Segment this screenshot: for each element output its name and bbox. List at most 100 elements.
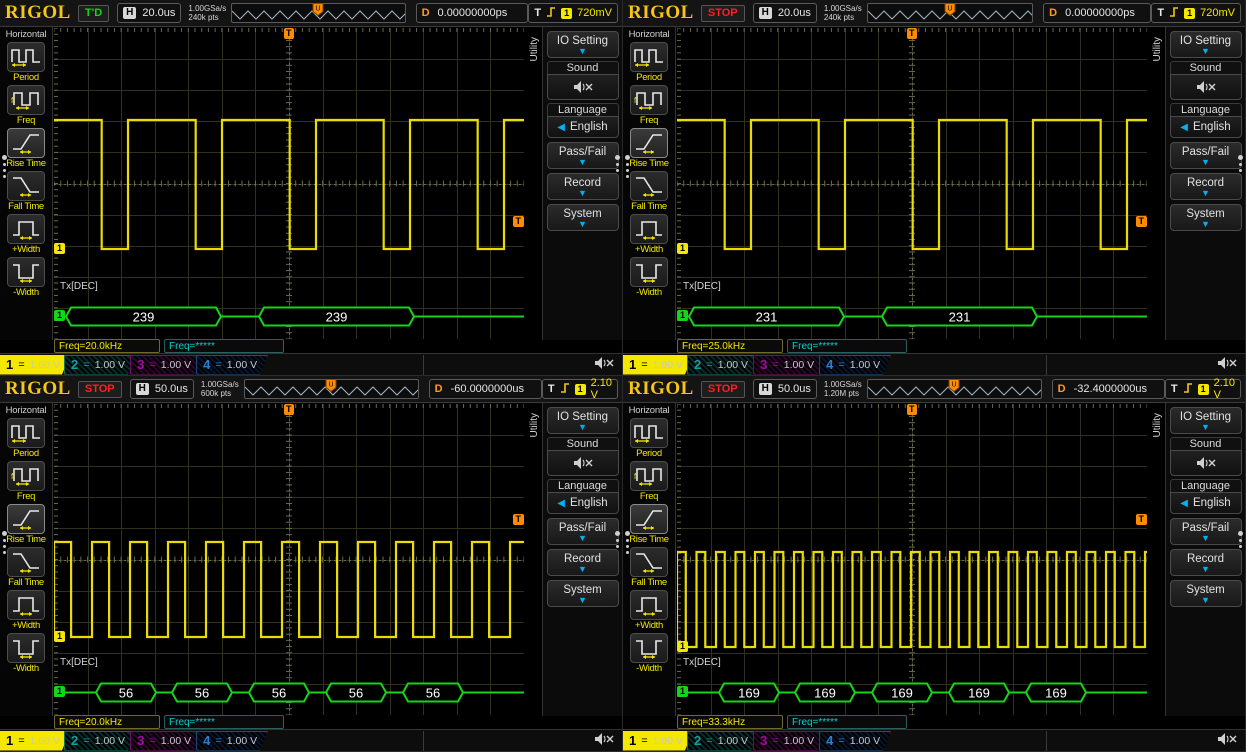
pos-width-icon[interactable]	[7, 214, 45, 244]
mute-icon[interactable]	[546, 450, 619, 476]
mute-icon[interactable]	[1169, 74, 1242, 100]
channel-tag-4[interactable]: 4 = 1.00 V	[196, 731, 268, 751]
utility-button-system[interactable]: System ▼	[546, 204, 619, 231]
pos-width-icon[interactable]	[630, 590, 668, 620]
utility-group-sound[interactable]: Sound	[1169, 437, 1242, 476]
channel-1-ground-marker[interactable]: 1	[54, 631, 66, 642]
rise-time-icon[interactable]	[7, 128, 45, 158]
period-icon[interactable]	[7, 418, 45, 448]
utility-group-sound[interactable]: Sound	[1169, 61, 1242, 100]
measure-item-width[interactable]: -Width	[2, 257, 51, 298]
horizontal-timebase[interactable]: H 50.0us	[129, 379, 194, 399]
measurement-readout-2[interactable]: Freq=*****	[787, 339, 907, 353]
measure-item-width[interactable]: -Width	[625, 633, 674, 674]
channel-tag-3[interactable]: 3 = 1.00 V	[130, 731, 202, 751]
trigger-readout[interactable]: T 1 720mV	[1151, 3, 1241, 23]
pos-width-icon[interactable]	[630, 214, 668, 244]
period-icon[interactable]	[630, 42, 668, 72]
measurement-readout-2[interactable]: Freq=*****	[164, 339, 284, 353]
channel-tag-2[interactable]: 2 = 1.00 V	[687, 355, 759, 375]
period-icon[interactable]	[630, 418, 668, 448]
measure-item-width[interactable]: +Width	[2, 214, 51, 255]
waveform-display[interactable]: 1 T T Tx[DEC] 56 56 56 56 56 1	[54, 404, 524, 715]
mute-icon[interactable]	[546, 74, 619, 100]
run-state-badge[interactable]: STOP	[700, 4, 745, 22]
utility-button-pass-fail[interactable]: Pass/Fail ▼	[546, 142, 619, 169]
measure-item-falltime[interactable]: Fall Time	[625, 171, 674, 212]
freq-icon[interactable]: f	[7, 85, 45, 115]
measure-item-width[interactable]: -Width	[625, 257, 674, 298]
utility-group-language[interactable]: Language ◀ English	[1169, 103, 1242, 138]
run-state-badge[interactable]: T'D	[77, 4, 110, 22]
language-select[interactable]: ◀ English	[1169, 492, 1242, 514]
measure-item-falltime[interactable]: Fall Time	[2, 171, 51, 212]
utility-button-record[interactable]: Record ▼	[546, 173, 619, 200]
fall-time-icon[interactable]	[630, 547, 668, 577]
fall-time-icon[interactable]	[7, 171, 45, 201]
channel-tag-1[interactable]: 1 = 1.00 V	[0, 355, 70, 375]
neg-width-icon[interactable]	[630, 257, 668, 287]
horizontal-timebase[interactable]: H 20.0us	[752, 3, 817, 23]
waveform-display[interactable]: 1 T T Tx[DEC] 239 239 1	[54, 28, 524, 339]
measurement-readout-1[interactable]: Freq=20.0kHz	[54, 715, 160, 729]
trigger-readout[interactable]: T 1 2.10 V	[1164, 377, 1241, 401]
measure-item-period[interactable]: Period	[2, 418, 51, 459]
mute-icon[interactable]	[593, 355, 615, 374]
utility-button-io-setting[interactable]: IO Setting ▼	[546, 31, 619, 58]
freq-icon[interactable]: f	[630, 461, 668, 491]
utility-button-system[interactable]: System ▼	[1169, 580, 1242, 607]
channel-tag-1[interactable]: 1 = 1.00 V	[623, 355, 693, 375]
measure-item-width[interactable]: +Width	[2, 590, 51, 631]
decode-bus[interactable]: 231 231	[677, 293, 1147, 339]
mute-icon[interactable]	[593, 731, 615, 750]
measure-item-width[interactable]: +Width	[625, 214, 674, 255]
trigger-level-marker[interactable]: T	[512, 216, 524, 227]
decode-bus[interactable]: 56 56 56 56 56	[54, 669, 524, 715]
horizontal-timebase[interactable]: H 50.0us	[752, 379, 817, 399]
utility-group-language[interactable]: Language ◀ English	[1169, 479, 1242, 514]
channel-tag-2[interactable]: 2 = 1.00 V	[64, 355, 136, 375]
neg-width-icon[interactable]	[630, 633, 668, 663]
utility-button-pass-fail[interactable]: Pass/Fail ▼	[1169, 518, 1242, 545]
channel-tag-2[interactable]: 2 = 1.00 V	[64, 731, 136, 751]
utility-group-language[interactable]: Language ◀ English	[546, 479, 619, 514]
channel-tag-1[interactable]: 1 = 1.00 V	[623, 731, 693, 751]
measure-item-freq[interactable]: f Freq	[2, 461, 51, 502]
pos-width-icon[interactable]	[7, 590, 45, 620]
freq-icon[interactable]: f	[7, 461, 45, 491]
delay-readout[interactable]: D 0.00000000ps	[415, 3, 529, 23]
language-select[interactable]: ◀ English	[1169, 116, 1242, 138]
utility-group-sound[interactable]: Sound	[546, 437, 619, 476]
channel-1-ground-marker[interactable]: 1	[677, 641, 689, 652]
utility-button-system[interactable]: System ▼	[1169, 204, 1242, 231]
neg-width-icon[interactable]	[7, 257, 45, 287]
trigger-level-marker[interactable]: T	[1135, 514, 1147, 525]
measure-item-falltime[interactable]: Fall Time	[625, 547, 674, 588]
trigger-level-marker[interactable]: T	[1135, 216, 1147, 227]
memory-overview-bar[interactable]: U	[866, 379, 1042, 399]
mute-icon[interactable]	[1216, 355, 1238, 374]
utility-button-io-setting[interactable]: IO Setting ▼	[546, 407, 619, 434]
memory-overview-bar[interactable]: U	[231, 3, 406, 23]
utility-button-record[interactable]: Record ▼	[1169, 173, 1242, 200]
measurement-readout-2[interactable]: Freq=*****	[164, 715, 284, 729]
measure-item-period[interactable]: Period	[625, 418, 674, 459]
measure-item-risetime[interactable]: Rise Time	[2, 504, 51, 545]
measure-item-falltime[interactable]: Fall Time	[2, 547, 51, 588]
channel-tag-2[interactable]: 2 = 1.00 V	[687, 731, 759, 751]
decode-bus[interactable]: 169 169 169 169 169	[677, 669, 1147, 715]
neg-width-icon[interactable]	[7, 633, 45, 663]
delay-readout[interactable]: D -60.0000000us	[428, 379, 542, 399]
channel-1-ground-marker[interactable]: 1	[677, 243, 689, 254]
utility-button-record[interactable]: Record ▼	[546, 549, 619, 576]
measure-item-period[interactable]: Period	[2, 42, 51, 83]
rise-time-icon[interactable]	[630, 504, 668, 534]
utility-button-pass-fail[interactable]: Pass/Fail ▼	[546, 518, 619, 545]
waveform-display[interactable]: 1 T T Tx[DEC] 231 231 1	[677, 28, 1147, 339]
measure-item-freq[interactable]: f Freq	[625, 85, 674, 126]
mute-icon[interactable]	[1169, 450, 1242, 476]
channel-tag-3[interactable]: 3 = 1.00 V	[130, 355, 202, 375]
measurement-readout-1[interactable]: Freq=25.0kHz	[677, 339, 783, 353]
period-icon[interactable]	[7, 42, 45, 72]
fall-time-icon[interactable]	[7, 547, 45, 577]
